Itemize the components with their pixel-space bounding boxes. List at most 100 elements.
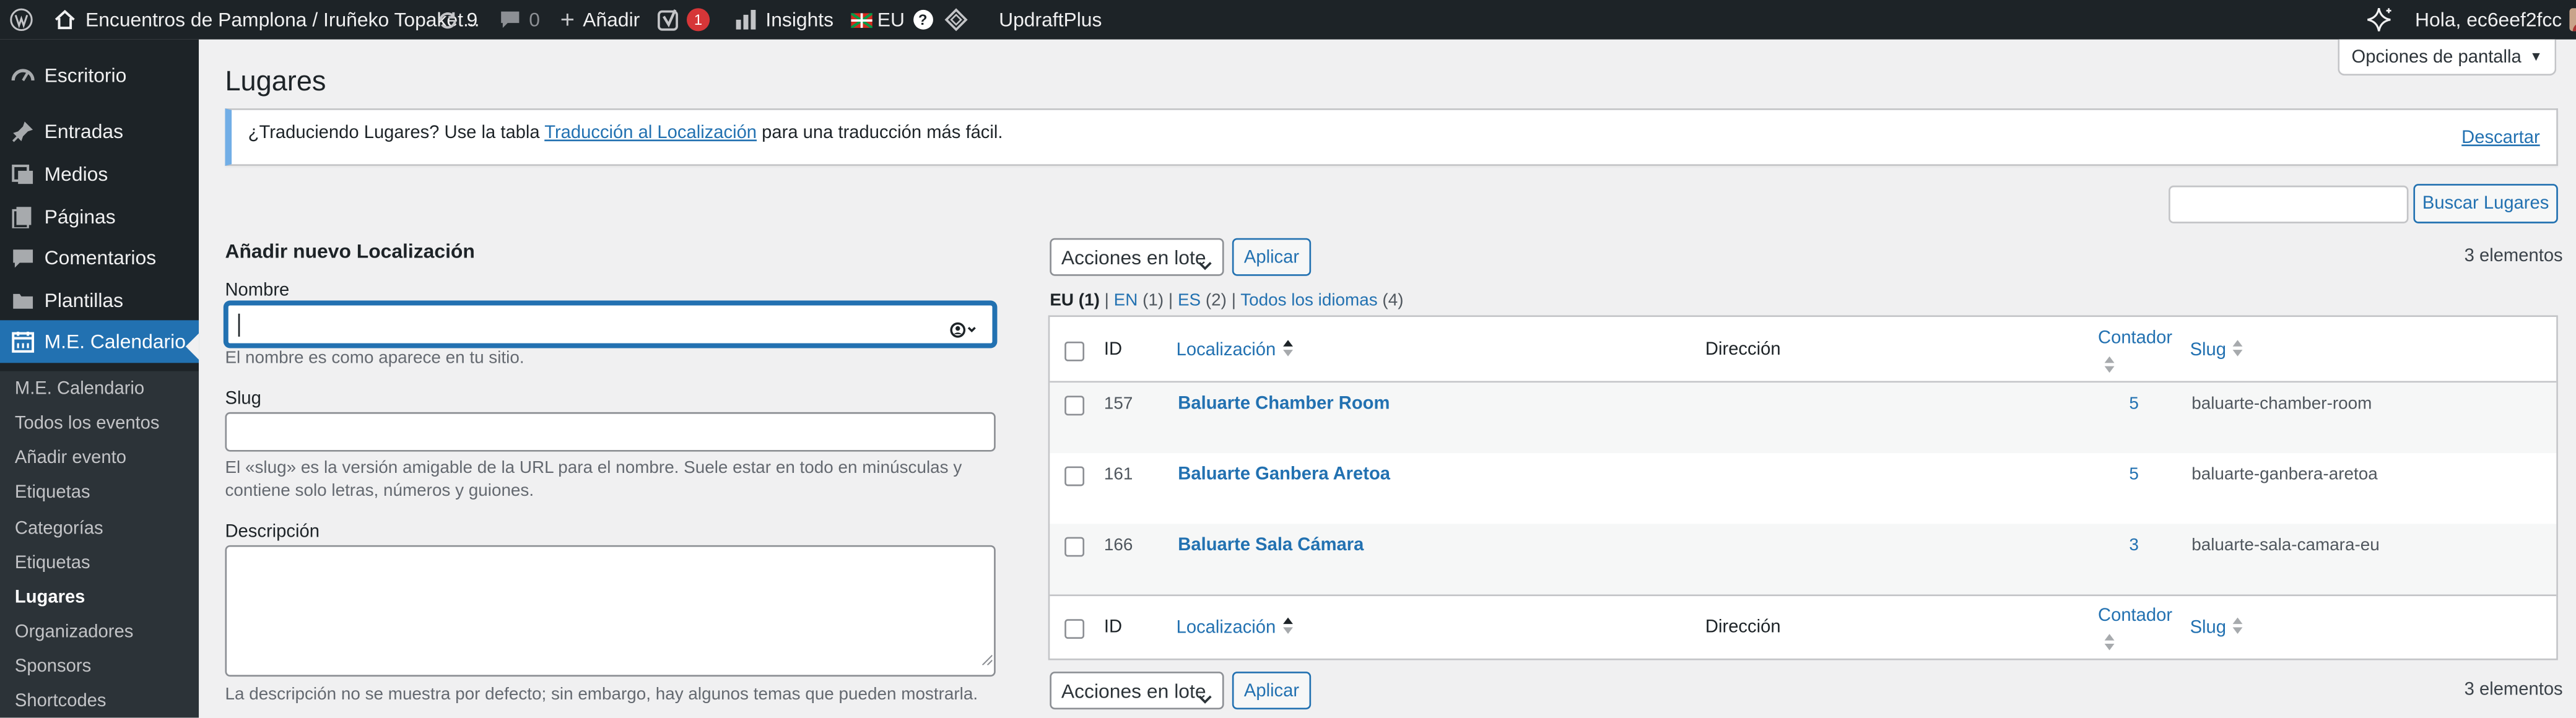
sort-icon xyxy=(2232,340,2243,361)
select-all-checkbox[interactable] xyxy=(1064,341,1085,361)
chevron-down-icon xyxy=(1198,686,1212,709)
name-field[interactable] xyxy=(225,302,996,347)
search-locations-button[interactable]: Buscar Lugares xyxy=(2413,184,2558,223)
row-count-link[interactable]: 3 xyxy=(2129,535,2139,555)
submenu-item-tags[interactable]: Etiquetas xyxy=(15,483,90,503)
submenu-item-categories[interactable]: Categorías xyxy=(15,519,103,538)
row-slug: baluarte-ganbera-aretoa xyxy=(2191,464,2378,485)
resize-handle-icon[interactable] xyxy=(981,644,993,673)
submenu-item-all-events[interactable]: Todos los eventos xyxy=(15,414,160,434)
column-header-count[interactable]: Contador xyxy=(2098,329,2172,348)
dashboard-icon xyxy=(11,64,35,87)
comments-link[interactable]: 0 xyxy=(500,0,540,40)
row-location-link[interactable]: Baluarte Sala Cámara xyxy=(1178,535,1364,555)
submenu-item-organizers[interactable]: Organizadores xyxy=(15,623,133,642)
filter-separator: | xyxy=(1168,290,1173,311)
row-checkbox[interactable] xyxy=(1064,537,1085,557)
column-header-location[interactable]: Localización xyxy=(1177,340,1292,361)
filter-es[interactable]: ES xyxy=(1178,291,1201,311)
account-menu[interactable]: Hola, ec6eef2fcc xyxy=(2415,0,2576,40)
column-header-slug[interactable]: Slug xyxy=(2190,340,2243,361)
description-label: Descripción xyxy=(225,522,320,542)
submenu-item-add-event[interactable]: Añadir evento xyxy=(15,448,126,468)
row-id: 161 xyxy=(1103,464,1133,485)
bulk-actions-value: Acciones en lote xyxy=(1061,679,1206,703)
column-footer-location[interactable]: Localización xyxy=(1176,617,1292,639)
name-label: Nombre xyxy=(225,280,290,301)
password-manager-icon[interactable] xyxy=(949,317,979,347)
items-count-top: 3 elementos xyxy=(2464,246,2563,266)
column-footer-count[interactable]: Contador xyxy=(2098,606,2172,626)
new-content-link[interactable]: + Añadir xyxy=(560,0,640,40)
table-row: 166 Baluarte Sala Cámara 3 baluarte-sala… xyxy=(1050,524,2557,595)
translation-table-link[interactable]: Traducción al Localización xyxy=(544,123,757,143)
slug-hint-line-2: contiene solo letras, números y guiones. xyxy=(225,481,534,501)
items-count-bottom: 3 elementos xyxy=(2464,680,2563,700)
column-footer-slug[interactable]: Slug xyxy=(2190,617,2243,639)
submenu-item-locations[interactable]: Lugares xyxy=(15,588,85,608)
comments-count: 0 xyxy=(529,8,541,32)
row-count-link[interactable]: 5 xyxy=(2129,394,2139,414)
submenu-item-me-calendar[interactable]: M.E. Calendario xyxy=(15,379,144,399)
sort-icon xyxy=(2232,617,2243,639)
admin-sidebar: Escritorio Entradas Medios Páginas Comen… xyxy=(0,39,199,718)
dismiss-link[interactable]: Descartar xyxy=(2461,128,2540,148)
ai-sparkle-icon[interactable] xyxy=(2367,0,2393,40)
apply-button-bottom[interactable]: Aplicar xyxy=(1232,672,1312,710)
row-count-link[interactable]: 5 xyxy=(2129,465,2139,485)
wordpress-logo-icon[interactable] xyxy=(10,0,33,40)
yoast-icon xyxy=(657,8,680,31)
slug-field[interactable] xyxy=(225,412,996,452)
sidebar-item-dashboard[interactable]: Escritorio xyxy=(0,54,199,97)
description-textarea[interactable] xyxy=(225,545,996,677)
yoast-badge: 1 xyxy=(686,8,710,32)
row-id: 166 xyxy=(1103,535,1133,555)
row-id: 157 xyxy=(1103,394,1133,414)
filter-all-languages[interactable]: Todos los idiomas xyxy=(1240,291,1377,311)
apply-button-top[interactable]: Aplicar xyxy=(1232,238,1312,276)
language-filters: EU (1) | EN (1) | ES (2) | Todos los idi… xyxy=(1050,291,1403,311)
diamond-icon[interactable] xyxy=(944,0,968,40)
sort-asc-icon xyxy=(1282,340,1292,361)
sidebar-item-me-calendar[interactable]: M.E. Calendario xyxy=(0,320,199,363)
screen-options-button[interactable]: Opciones de pantalla ▼ xyxy=(2338,39,2557,76)
select-all-checkbox[interactable] xyxy=(1064,619,1085,639)
sidebar-item-comments[interactable]: Comentarios xyxy=(0,236,199,279)
locations-table: ID Localización Dirección Contador Slug … xyxy=(1048,315,2558,660)
filter-eu-count: (1) xyxy=(1078,290,1100,311)
submenu-item-sponsors[interactable]: Sponsors xyxy=(15,657,91,677)
sidebar-item-posts[interactable]: Entradas xyxy=(0,110,199,153)
bulk-actions-select-top[interactable]: Acciones en lote xyxy=(1050,238,1224,276)
filter-en[interactable]: EN xyxy=(1114,291,1138,311)
row-checkbox[interactable] xyxy=(1064,466,1085,487)
filter-eu[interactable]: EU (1) xyxy=(1050,291,1100,311)
sidebar-item-templates[interactable]: Plantillas xyxy=(0,279,199,322)
column-footer-location-label: Localización xyxy=(1176,618,1276,638)
row-location-link[interactable]: Baluarte Ganbera Aretoa xyxy=(1178,465,1390,485)
column-header-address: Dirección xyxy=(1705,340,1781,360)
submenu-item-shortcodes[interactable]: Shortcodes xyxy=(15,691,107,711)
language-switcher[interactable]: EU ? xyxy=(851,0,933,40)
insights-label: Insights xyxy=(765,8,834,32)
row-checkbox[interactable] xyxy=(1064,396,1085,416)
yoast-link[interactable]: 1 xyxy=(657,0,710,40)
search-input[interactable] xyxy=(2169,185,2409,223)
updates-link[interactable]: 9 xyxy=(437,0,477,40)
submenu-item-labels[interactable]: Etiquetas xyxy=(15,553,90,573)
column-footer-address: Dirección xyxy=(1705,617,1781,638)
site-name-link[interactable]: Encuentros de Pamplona / Iruñeko Topaket… xyxy=(54,0,480,40)
updraftplus-link[interactable]: UpdraftPlus xyxy=(999,0,1102,40)
calendar-icon xyxy=(12,330,35,353)
name-hint: El nombre es como aparece en tu sitio. xyxy=(225,348,524,368)
column-header-location-label: Localización xyxy=(1176,340,1276,361)
site-name: Encuentros de Pamplona / Iruñeko Topaket… xyxy=(85,8,480,32)
sidebar-item-label: Entradas xyxy=(44,119,124,143)
sidebar-item-media[interactable]: Medios xyxy=(0,153,199,196)
page-title: Lugares xyxy=(225,66,326,97)
bulk-actions-select-bottom[interactable]: Acciones en lote xyxy=(1050,672,1224,710)
filter-es-count: (2) xyxy=(1205,290,1227,311)
insights-link[interactable]: Insights xyxy=(736,0,833,40)
sidebar-item-pages[interactable]: Páginas xyxy=(0,196,199,238)
row-location-link[interactable]: Baluarte Chamber Room xyxy=(1178,394,1390,414)
caret-down-icon: ▼ xyxy=(2530,49,2543,64)
